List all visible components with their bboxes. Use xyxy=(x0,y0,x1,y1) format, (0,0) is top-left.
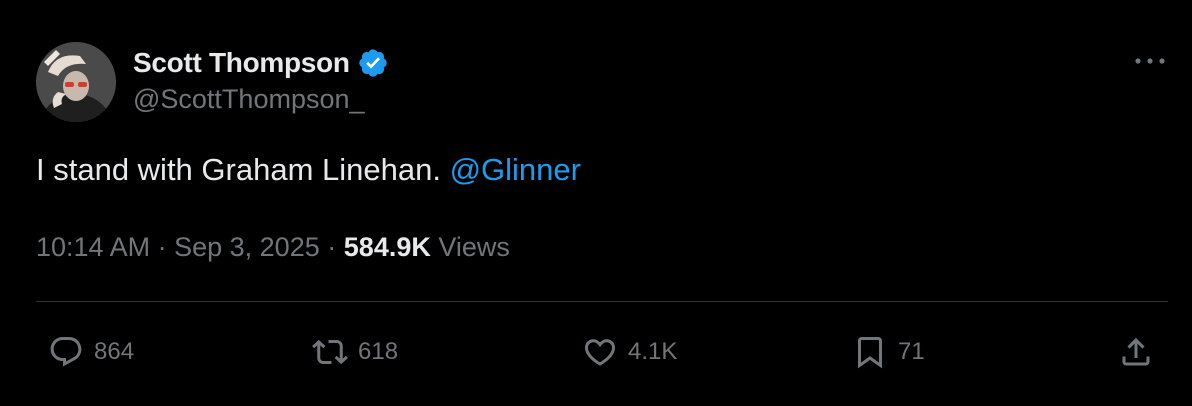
share-button[interactable] xyxy=(1118,330,1154,374)
like-button[interactable]: 4.1K xyxy=(582,330,677,374)
tweet-date[interactable]: Sep 3, 2025 xyxy=(174,232,320,262)
bookmark-count: 71 xyxy=(898,338,925,365)
views-label: Views xyxy=(438,232,510,262)
repost-arrows-icon xyxy=(312,339,348,365)
author-display-name[interactable]: Scott Thompson xyxy=(133,47,350,79)
mention-link[interactable]: @Glinner xyxy=(450,152,581,187)
tweet-text: I stand with Graham Linehan. @Glinner xyxy=(36,152,581,188)
author-name-row: Scott Thompson xyxy=(133,44,389,82)
tweet-meta: 10:14 AM · Sep 3, 2025 · 584.9K Views xyxy=(36,232,510,263)
share-upload-icon xyxy=(1122,337,1150,366)
verified-badge-icon[interactable] xyxy=(357,47,389,79)
views-count: 584.9K xyxy=(343,232,431,262)
tweet-time[interactable]: 10:14 AM xyxy=(36,232,150,262)
more-horizontal-icon xyxy=(1135,58,1165,64)
author-handle[interactable]: @ScottThompson_ xyxy=(133,84,365,115)
tweet-body: I stand with Graham Linehan. xyxy=(36,152,441,187)
action-bar: 864 618 4.1K 71 xyxy=(0,330,1192,374)
reply-count: 864 xyxy=(94,338,135,365)
tweet-card: Scott Thompson @ScottThompson_ I stand w… xyxy=(0,0,1192,406)
repost-count: 618 xyxy=(358,338,399,365)
heart-icon xyxy=(584,339,616,366)
reply-button[interactable]: 864 xyxy=(48,330,134,374)
meta-separator: · xyxy=(157,232,167,262)
meta-separator: · xyxy=(327,232,337,262)
bookmark-icon xyxy=(858,337,882,369)
like-count: 4.1K xyxy=(628,338,678,365)
repost-button[interactable]: 618 xyxy=(312,330,398,374)
reply-bubble-icon xyxy=(50,337,82,367)
divider xyxy=(36,301,1168,302)
avatar[interactable] xyxy=(36,42,116,122)
more-options-button[interactable] xyxy=(1130,46,1170,76)
avatar-image xyxy=(36,42,116,122)
bookmark-button[interactable]: 71 xyxy=(852,330,925,374)
